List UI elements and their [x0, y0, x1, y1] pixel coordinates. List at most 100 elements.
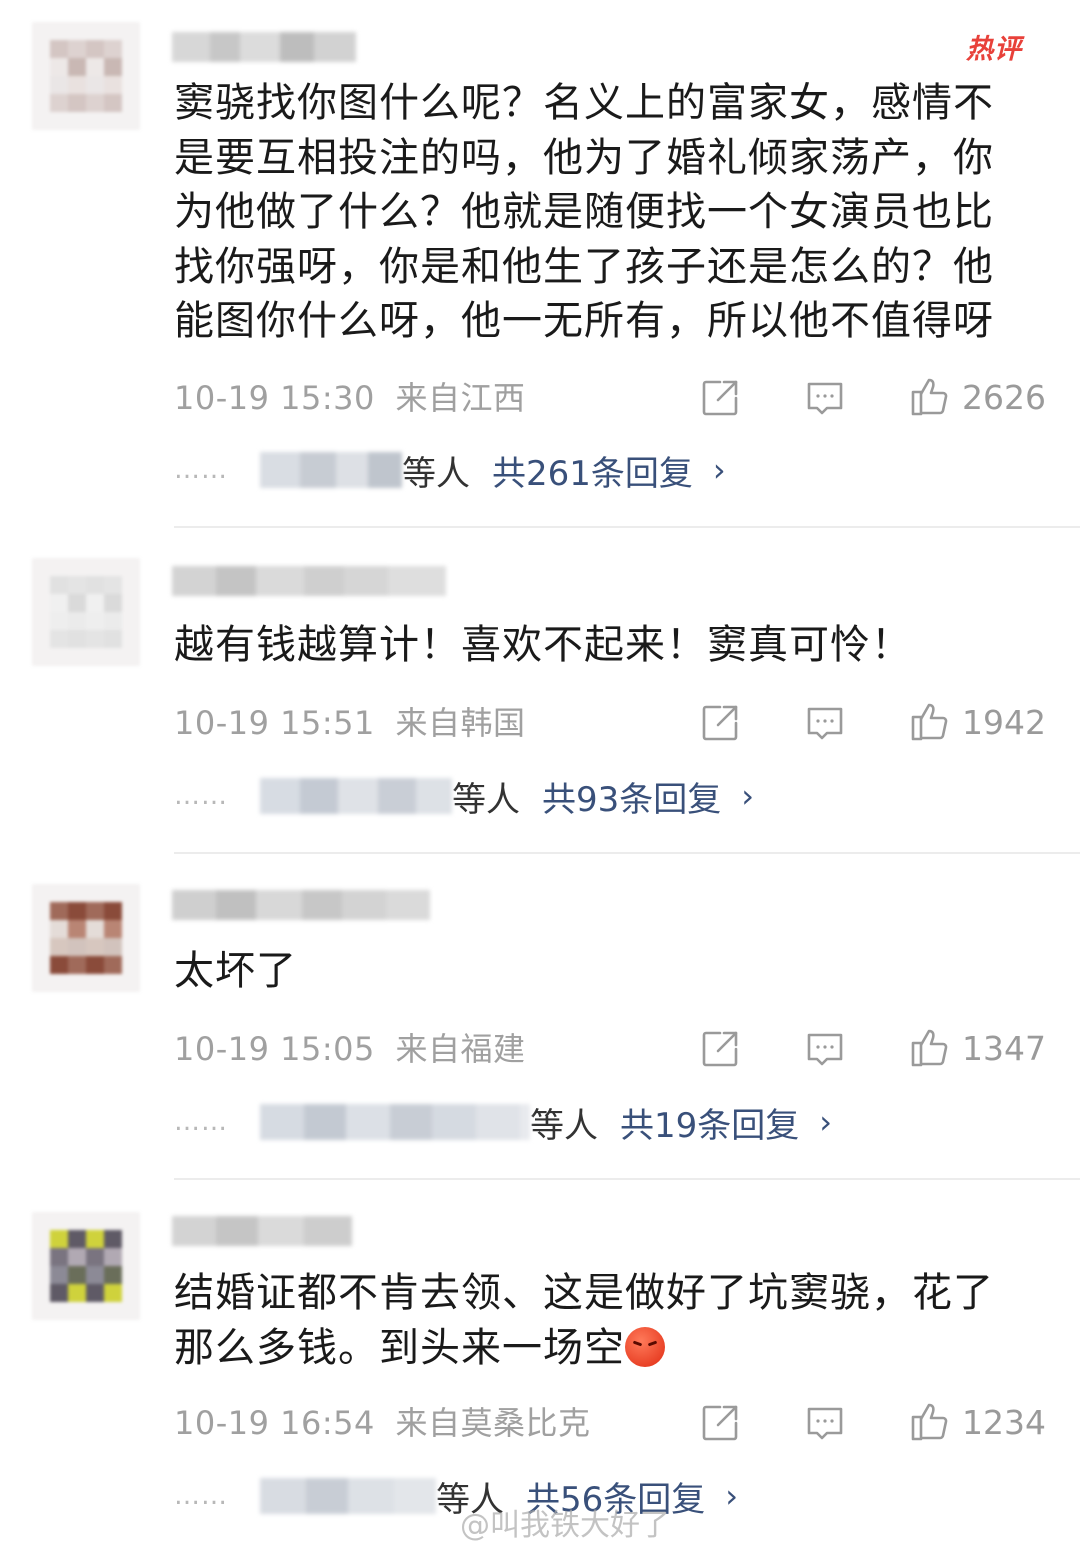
comment-meta: 10-19 15:51 来自韩国	[174, 703, 526, 743]
comment-location: 来自莫桑比克	[395, 1404, 591, 1442]
avatar-pixel	[122, 938, 140, 956]
avatar-pixel	[122, 58, 140, 76]
avatar-pixel	[104, 1212, 122, 1230]
avatar-pixel	[86, 956, 104, 974]
reply-users	[260, 778, 452, 814]
avatar-pixel	[86, 1248, 104, 1266]
username[interactable]	[172, 890, 430, 920]
avatar-pixel	[104, 884, 122, 902]
share-icon[interactable]	[698, 376, 742, 420]
avatar-pixel	[32, 612, 50, 630]
chevron-right-icon[interactable]: ›	[713, 451, 726, 489]
comment-time: 10-19 15:30	[174, 379, 375, 417]
like-icon[interactable]	[908, 374, 952, 418]
avatar-pixel	[68, 94, 86, 112]
avatar-pixel	[50, 1230, 68, 1248]
avatar-pixel	[50, 974, 68, 992]
comment-icon[interactable]	[803, 376, 847, 420]
share-icon[interactable]	[698, 1401, 742, 1445]
avatar-pixel	[104, 22, 122, 40]
avatar-pixel	[86, 648, 104, 666]
reply-count[interactable]: 共19条回复	[620, 1098, 799, 1147]
avatar-pixel	[32, 1302, 50, 1320]
avatar-pixel	[68, 1284, 86, 1302]
avatar-pixel	[104, 1266, 122, 1284]
reply-count[interactable]: 共93条回复	[542, 772, 721, 821]
avatar-pixel	[68, 956, 86, 974]
comment-icon[interactable]	[803, 1401, 847, 1445]
avatar-pixel	[50, 884, 68, 902]
comment-time: 10-19 15:51	[174, 704, 375, 742]
avatar-pixel	[50, 1284, 68, 1302]
dots: ……	[174, 781, 228, 811]
chevron-right-icon[interactable]: ›	[819, 1103, 832, 1141]
avatar-pixel	[32, 902, 50, 920]
avatar-pixel	[32, 40, 50, 58]
avatar-pixel	[68, 1302, 86, 1320]
avatar-pixel	[50, 40, 68, 58]
like-icon[interactable]	[908, 699, 952, 743]
avatar-pixel	[68, 576, 86, 594]
username[interactable]	[172, 32, 356, 62]
avatar-pixel	[32, 22, 50, 40]
share-icon[interactable]	[698, 1027, 742, 1071]
avatar[interactable]	[32, 884, 140, 992]
avatar-pixel	[104, 630, 122, 648]
share-icon[interactable]	[698, 701, 742, 745]
avatar-pixel	[122, 956, 140, 974]
username[interactable]	[172, 566, 446, 596]
hot-badge-label: 热评	[966, 34, 1022, 65]
avatar-pixel	[50, 58, 68, 76]
avatar-pixel	[68, 902, 86, 920]
reply-users	[260, 1478, 436, 1514]
avatar-pixel	[68, 612, 86, 630]
avatar-pixel	[86, 94, 104, 112]
avatar-pixel	[68, 40, 86, 58]
like-count: 1347	[962, 1029, 1046, 1068]
avatar-pixel	[68, 22, 86, 40]
avatar-pixel	[50, 956, 68, 974]
avatar-pixel	[86, 974, 104, 992]
avatar-pixel	[32, 1248, 50, 1266]
comment-icon[interactable]	[803, 1027, 847, 1071]
avatar-pixel	[104, 94, 122, 112]
comment-icon[interactable]	[803, 701, 847, 745]
avatar-pixel	[86, 1302, 104, 1320]
reply-summary[interactable]: …… 等人 共93条回复 ›	[174, 772, 754, 821]
reply-summary[interactable]: …… 等人 共261条回复 ›	[174, 446, 726, 495]
avatar[interactable]	[32, 1212, 140, 1320]
avatar-pixel	[68, 58, 86, 76]
watermark: @叫我铁大好了	[460, 1508, 670, 1543]
reply-summary[interactable]: …… 等人 共19条回复 ›	[174, 1098, 832, 1147]
reply-who: 等人	[452, 779, 520, 820]
like-count: 1942	[962, 703, 1046, 742]
avatar-pixel	[68, 1212, 86, 1230]
avatar-pixel	[122, 1248, 140, 1266]
avatar-pixel	[104, 902, 122, 920]
comment-time: 10-19 16:54	[174, 1404, 375, 1442]
avatar-pixel	[86, 22, 104, 40]
avatar-pixel	[86, 938, 104, 956]
reply-who: 等人	[402, 453, 470, 494]
avatar-pixel	[86, 630, 104, 648]
chevron-right-icon[interactable]: ›	[725, 1477, 738, 1515]
avatar-pixel	[50, 558, 68, 576]
avatar[interactable]	[32, 558, 140, 666]
avatar-pixel	[86, 558, 104, 576]
avatar-pixel	[68, 648, 86, 666]
avatar-pixel	[50, 920, 68, 938]
avatar-pixel	[104, 1302, 122, 1320]
avatar-pixel	[86, 112, 104, 130]
dots: ……	[174, 455, 228, 485]
chevron-right-icon[interactable]: ›	[741, 777, 754, 815]
avatar-pixel	[50, 22, 68, 40]
avatar-pixel	[50, 938, 68, 956]
like-icon[interactable]	[908, 1025, 952, 1069]
like-icon[interactable]	[908, 1399, 952, 1443]
reply-count[interactable]: 共261条回复	[492, 446, 693, 495]
username[interactable]	[172, 1216, 352, 1246]
avatar-pixel	[32, 920, 50, 938]
comment-text-line-2-text: 那么多钱。到头来一场空	[174, 1324, 625, 1371]
avatar[interactable]	[32, 22, 140, 130]
avatar-pixel	[50, 630, 68, 648]
